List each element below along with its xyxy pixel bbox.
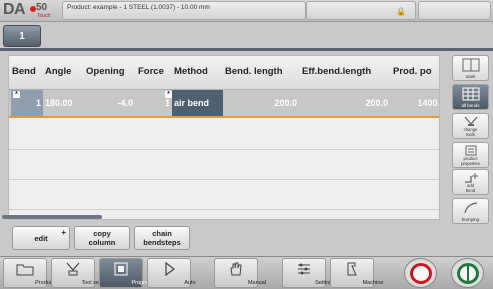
products-folder-icon [16, 264, 34, 276]
status-field-right [418, 1, 491, 20]
row-divider [9, 209, 439, 210]
cell-opening[interactable]: -4.0 [83, 90, 135, 116]
side-bumping-button[interactable]: bumping [452, 198, 489, 224]
play-icon [165, 262, 175, 276]
star-icon: * [13, 91, 20, 98]
lock-icon: 🔒 [396, 7, 406, 16]
copy-column-button[interactable]: copy column [74, 226, 130, 250]
col-eff-bend-length[interactable]: Eff.bend.length [302, 66, 371, 77]
top-bar: DA 50 Touch Product: example - 1 STEEL (… [0, 0, 493, 22]
side-main-button[interactable]: main [452, 55, 489, 81]
product-info-field[interactable]: Product: example - 1 STEEL (1.0037) - 10… [62, 1, 306, 20]
settings-icon [298, 263, 310, 275]
cell-eff-bend-length[interactable]: 200.0 [299, 90, 390, 116]
stop-button[interactable] [404, 258, 437, 288]
chain-bendsteps-button[interactable]: chain bendsteps [134, 226, 190, 250]
side-add-bend-button[interactable]: add bend [452, 169, 489, 195]
status-field: 🔒 [306, 1, 416, 20]
side-all-bends-button[interactable]: all bends [452, 84, 489, 110]
nav-machine[interactable]: Machine [330, 258, 383, 288]
side-product-properties-button[interactable]: product properties [452, 142, 489, 168]
col-bend[interactable]: Bend [12, 66, 36, 77]
star-icon: * [165, 91, 172, 98]
edit-button[interactable]: edit + [12, 226, 70, 250]
nav-products[interactable]: Products [3, 258, 57, 288]
nav-tool-setup[interactable]: Tool setup [51, 258, 107, 288]
cell-bend-length[interactable]: 200.0 [223, 90, 299, 116]
hand-icon [230, 262, 242, 276]
cell-force[interactable]: * 1 [135, 90, 172, 116]
nav-settings[interactable]: Settings [282, 258, 335, 288]
col-force[interactable]: Force [138, 66, 164, 77]
col-bend-length[interactable]: Bend. length [225, 66, 283, 77]
table-header: Bend Angle Opening Force Method Bend. le… [9, 56, 439, 90]
nav-program[interactable]: Program [99, 258, 153, 288]
scrollbar-thumb[interactable] [2, 215, 102, 219]
main-view-icon [462, 58, 479, 72]
cell-angle[interactable]: 180.00 [43, 90, 83, 116]
tool-setup-icon [66, 262, 80, 276]
plus-icon: + [61, 228, 66, 237]
nav-manual[interactable]: Manual [214, 258, 266, 288]
tools-icon [464, 116, 477, 126]
table-icon [462, 87, 479, 101]
cell-method[interactable]: air bend [172, 90, 223, 116]
delem-logo: DA 50 Touch [3, 1, 51, 19]
tab-1[interactable]: 1 [3, 25, 41, 47]
product-label: Product: example - 1 STEEL (1.0037) - 10… [67, 4, 210, 11]
row-divider [9, 179, 439, 180]
table-row[interactable]: * 1 180.00 -4.0 * 1 air bend 200.0 200.0… [9, 90, 439, 118]
bend-table: Bend Angle Opening Force Method Bend. le… [8, 55, 440, 220]
horizontal-scrollbar[interactable] [2, 215, 434, 219]
tab-divider [0, 48, 493, 51]
col-angle[interactable]: Angle [45, 66, 71, 77]
side-change-tools-button[interactable]: change tools [452, 113, 489, 139]
cell-bend[interactable]: * 1 [11, 90, 43, 116]
stop-icon [410, 263, 432, 284]
cell-prod-pos[interactable]: 1400. [390, 90, 439, 116]
machine-icon [347, 262, 357, 276]
program-icon [114, 262, 128, 276]
col-method[interactable]: Method [174, 66, 208, 77]
start-button[interactable] [451, 258, 484, 288]
col-opening[interactable]: Opening [86, 66, 125, 77]
row-divider [9, 149, 439, 150]
bumping-icon [463, 202, 477, 214]
col-prod-pos[interactable]: Prod. po [393, 66, 432, 77]
product-properties-icon [465, 145, 476, 156]
nav-auto[interactable]: Auto [147, 258, 196, 288]
